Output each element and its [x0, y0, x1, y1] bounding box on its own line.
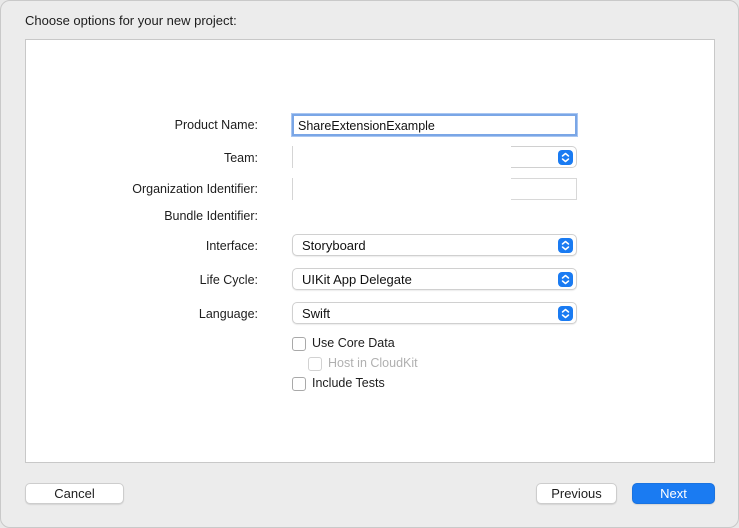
team-field-edge	[292, 146, 294, 168]
language-chevron-up-down-icon	[558, 306, 573, 321]
team-chevron-up-down-icon	[558, 150, 573, 165]
language-popup[interactable]: Swift	[292, 302, 577, 324]
host-in-cloudkit-checkbox	[308, 357, 322, 371]
include-tests-checkbox[interactable]	[292, 377, 306, 391]
previous-button[interactable]: Previous	[536, 483, 617, 504]
life-cycle-label: Life Cycle:	[199, 273, 258, 287]
product-name-field[interactable]: ShareExtensionExample	[292, 114, 577, 136]
product-name-value: ShareExtensionExample	[298, 119, 435, 133]
new-project-options-dialog: Choose options for your new project: Pro…	[0, 0, 739, 528]
host-in-cloudkit-label: Host in CloudKit	[328, 356, 418, 370]
team-label: Team:	[223, 151, 258, 165]
organization-identifier-field[interactable]	[511, 178, 577, 200]
language-label: Language:	[198, 307, 258, 321]
life-cycle-chevron-up-down-icon	[558, 272, 573, 287]
use-core-data-label: Use Core Data	[312, 336, 395, 350]
language-value: Swift	[302, 306, 331, 321]
options-panel: Product Name: ShareExtensionExample Team…	[25, 39, 715, 463]
cancel-button[interactable]: Cancel	[25, 483, 124, 504]
dialog-heading: Choose options for your new project:	[25, 13, 237, 28]
interface-popup[interactable]: Storyboard	[292, 234, 577, 256]
bundle-identifier-label: Bundle Identifier:	[164, 209, 258, 223]
use-core-data-checkbox[interactable]	[292, 337, 306, 351]
next-button[interactable]: Next	[632, 483, 715, 504]
interface-label: Interface:	[205, 239, 258, 253]
team-popup[interactable]	[511, 146, 577, 168]
life-cycle-popup[interactable]: UIKit App Delegate	[292, 268, 577, 290]
interface-chevron-up-down-icon	[558, 238, 573, 253]
organization-identifier-field-edge[interactable]	[292, 178, 294, 200]
interface-value: Storyboard	[302, 238, 366, 253]
life-cycle-value: UIKit App Delegate	[302, 272, 412, 287]
organization-identifier-label: Organization Identifier:	[132, 182, 258, 196]
include-tests-label: Include Tests	[312, 376, 385, 390]
product-name-label: Product Name:	[174, 118, 258, 132]
